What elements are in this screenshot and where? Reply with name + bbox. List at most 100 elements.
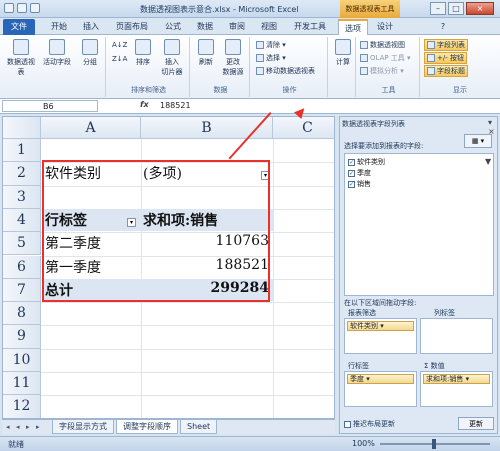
excel-icon[interactable]: [4, 3, 14, 13]
sheet-tab-field-order[interactable]: 调整字段顺序: [116, 420, 178, 434]
row-header-5[interactable]: 5: [3, 232, 41, 256]
active-field-button[interactable]: 活动字段: [40, 39, 74, 67]
field-list-icon: [427, 41, 435, 49]
checkbox-icon[interactable]: ✓: [348, 169, 355, 177]
defer-update-checkbox[interactable]: 推迟布局更新: [344, 419, 395, 429]
row-header-8[interactable]: 8: [3, 302, 41, 326]
chart-icon: [360, 41, 368, 49]
report-filter-field[interactable]: 软件类别 ▾: [347, 321, 414, 331]
pivot-table-icon: [13, 39, 29, 55]
tab-formulas[interactable]: 公式: [158, 19, 188, 35]
move-pivot-button[interactable]: 移动数据透视表: [256, 66, 315, 76]
minimize-button[interactable]: –: [430, 2, 446, 15]
insert-slicer-button[interactable]: 插入 切片器: [156, 39, 188, 77]
tab-page-layout[interactable]: 页面布局: [108, 19, 156, 35]
undo-icon[interactable]: [30, 3, 40, 13]
headers-icon: [427, 67, 435, 75]
olap-icon: [360, 54, 368, 62]
report-filter-area[interactable]: 软件类别 ▾: [344, 318, 417, 354]
field-list-toggle[interactable]: 字段列表: [424, 39, 468, 51]
row-header-10[interactable]: 10: [3, 348, 41, 372]
maximize-button[interactable]: □: [448, 2, 464, 15]
tab-insert[interactable]: 插入: [76, 19, 106, 35]
calculate-icon: [335, 39, 351, 55]
row-labels-field[interactable]: 季度 ▾: [347, 374, 414, 384]
olap-tools-button[interactable]: OLAP 工具 ▾: [360, 53, 411, 63]
field-headers-toggle[interactable]: 字段标题: [424, 65, 468, 77]
row-header-7[interactable]: 7: [3, 278, 41, 303]
select-button[interactable]: 选择 ▾: [256, 53, 286, 63]
values-field[interactable]: 求和项:销售 ▾: [423, 374, 490, 384]
column-header-a[interactable]: A: [41, 117, 141, 139]
row-header-3[interactable]: 3: [3, 185, 41, 209]
layout-options-button[interactable]: ▦ ▾: [464, 134, 492, 148]
tab-design[interactable]: 设计: [370, 19, 400, 35]
select-all-corner[interactable]: [3, 117, 41, 139]
pivot-table-button[interactable]: 数据透视表: [4, 39, 38, 77]
quick-access-toolbar: [4, 3, 64, 15]
tab-home[interactable]: 开始: [44, 19, 74, 35]
row-header-1[interactable]: 1: [3, 139, 41, 163]
prev-sheet-icon[interactable]: ◂: [16, 423, 24, 431]
move-icon: [256, 67, 264, 75]
tab-developer[interactable]: 开发工具: [286, 19, 334, 35]
tab-options[interactable]: 选项: [338, 19, 368, 35]
show-label: 显示: [453, 86, 467, 94]
checkbox-icon[interactable]: ✓: [348, 158, 355, 166]
field-prompt: 选择要添加到报表的字段:: [344, 142, 424, 150]
zoom-level[interactable]: 100%: [352, 439, 375, 448]
pivot-chart-button[interactable]: 数据透视图: [360, 40, 405, 50]
clear-button[interactable]: 清除 ▾: [256, 40, 286, 50]
tab-review[interactable]: 审阅: [222, 19, 252, 35]
row-labels-area[interactable]: 季度 ▾: [344, 371, 417, 407]
highlight-box: [42, 160, 270, 302]
group-button[interactable]: 分组: [76, 39, 104, 67]
data-label: 数据: [213, 86, 228, 94]
save-icon[interactable]: [17, 3, 27, 13]
gridline: [41, 395, 334, 397]
data-group: 刷新 更改 数据源 数据: [192, 37, 250, 97]
row-header-12[interactable]: 12: [3, 395, 41, 418]
expand-buttons-toggle[interactable]: +/- 按钮: [424, 52, 467, 64]
row-header-6[interactable]: 6: [3, 255, 41, 279]
tab-data[interactable]: 数据: [190, 19, 220, 35]
row-header-2[interactable]: 2: [3, 162, 41, 186]
refresh-button[interactable]: 刷新: [194, 39, 218, 67]
field-quarter[interactable]: ✓ 季度: [348, 168, 371, 178]
next-sheet-icon[interactable]: ▸: [26, 423, 34, 431]
column-header-c[interactable]: C: [273, 117, 334, 139]
row-header-11[interactable]: 11: [3, 372, 41, 396]
row-header-4[interactable]: 4: [3, 208, 41, 233]
column-labels-area[interactable]: [420, 318, 493, 354]
gridline: [41, 372, 334, 373]
calculate-button[interactable]: 计算: [332, 39, 354, 67]
tab-view[interactable]: 视图: [254, 19, 284, 35]
values-label: Σ 数值: [424, 362, 445, 370]
values-area[interactable]: 求和项:销售 ▾: [420, 371, 493, 407]
zoom-slider-handle[interactable]: [432, 439, 436, 449]
name-box[interactable]: B6: [2, 100, 98, 112]
what-if-button[interactable]: 模拟分析 ▾: [360, 66, 404, 76]
field-software-category[interactable]: ✓ 软件类别: [348, 157, 385, 167]
tab-file[interactable]: 文件: [3, 19, 35, 35]
sheet-tab-field-display[interactable]: 字段显示方式: [52, 420, 114, 434]
first-sheet-icon[interactable]: ◂: [6, 423, 14, 431]
sort-button[interactable]: 排序: [132, 39, 154, 67]
fx-icon[interactable]: fx: [140, 100, 149, 109]
change-source-button[interactable]: 更改 数据源: [218, 39, 248, 77]
field-sales[interactable]: ✓ 销售: [348, 179, 371, 189]
sheet-tabs-bar: ◂ ◂ ▸ ▸ 字段显示方式 调整字段顺序 Sheet: [2, 419, 335, 434]
sort-az-button[interactable]: A↓Z: [112, 41, 127, 49]
pivot-group: 数据透视表 活动字段 分组: [2, 37, 106, 97]
checkbox-icon[interactable]: ✓: [348, 180, 355, 188]
row-header-9[interactable]: 9: [3, 325, 41, 349]
help-icon[interactable]: ?: [438, 19, 448, 35]
sort-za-button[interactable]: Z↓A: [112, 55, 127, 63]
last-sheet-icon[interactable]: ▸: [36, 423, 44, 431]
checkbox-icon[interactable]: [344, 420, 351, 428]
close-button[interactable]: ×: [466, 2, 494, 15]
status-bar: 就绪 100%: [0, 436, 500, 451]
sheet-tab-sheet[interactable]: Sheet: [180, 420, 218, 434]
column-header-b[interactable]: B: [141, 117, 273, 139]
update-button[interactable]: 更新: [458, 417, 494, 430]
